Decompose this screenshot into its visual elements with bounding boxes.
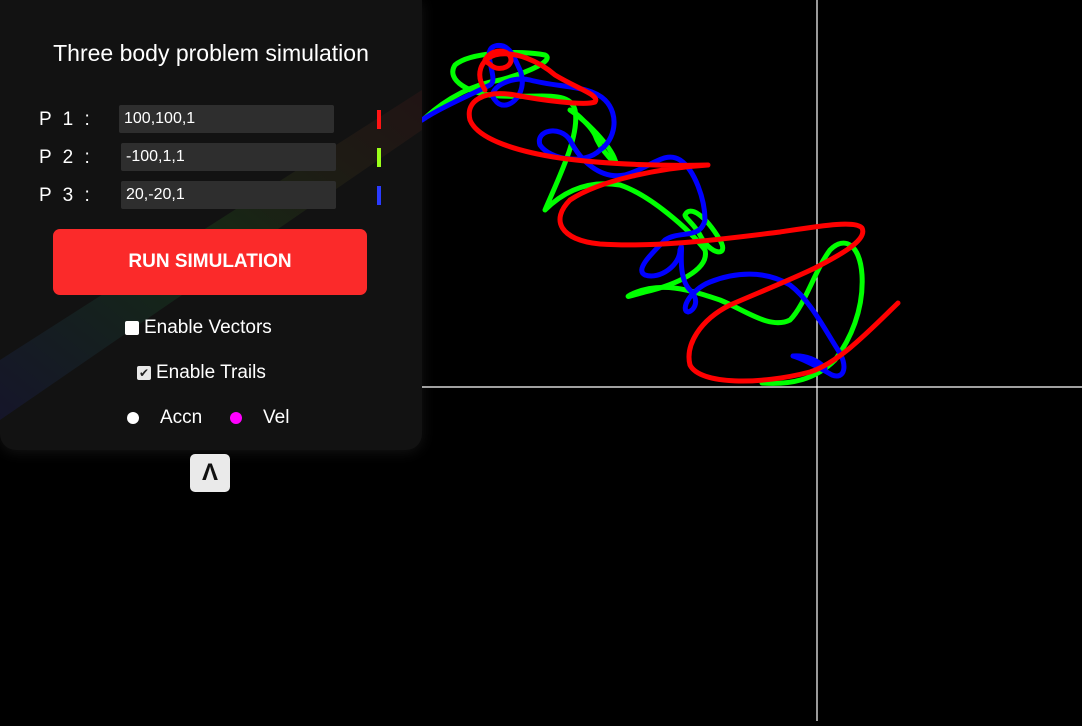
enable-trails-option[interactable]: ✔ Enable Trails — [137, 362, 266, 384]
body-row-p1: P 1 : — [0, 105, 422, 135]
enable-vectors-label: Enable Vectors — [144, 317, 272, 338]
body-row-p3: P 3 : — [0, 181, 422, 211]
enable-trails-checkbox[interactable]: ✔ — [137, 366, 151, 380]
accn-legend-dot — [127, 412, 139, 424]
enable-vectors-option[interactable]: Enable Vectors — [125, 317, 272, 339]
body-input-p3[interactable] — [121, 181, 336, 209]
enable-vectors-checkbox[interactable] — [125, 321, 139, 335]
body-input-p2[interactable] — [121, 143, 336, 171]
body-color-swatch-p3 — [377, 186, 381, 205]
body-row-p2: P 2 : — [0, 143, 422, 173]
checkmark-icon: ✔ — [138, 366, 150, 380]
chevron-up-icon: Λ — [201, 459, 218, 486]
body-color-swatch-p1 — [377, 110, 381, 129]
vel-legend-label: Vel — [263, 407, 290, 428]
run-simulation-button[interactable]: RUN SIMULATION — [53, 229, 367, 295]
panel-title: Three body problem simulation — [53, 40, 369, 66]
body-label-p2: P 2 : — [39, 147, 93, 168]
accn-legend-label: Accn — [160, 407, 203, 428]
green-trail — [422, 49, 865, 386]
vel-legend-dot — [230, 412, 242, 424]
enable-trails-label: Enable Trails — [156, 362, 266, 383]
body-input-p1[interactable] — [119, 105, 334, 133]
collapse-panel-button[interactable]: Λ — [190, 454, 230, 492]
body-color-swatch-p2 — [377, 148, 381, 167]
body-label-p1: P 1 : — [39, 109, 93, 130]
control-panel: Three body problem simulation P 1 : P 2 … — [0, 0, 422, 450]
body-label-p3: P 3 : — [39, 185, 93, 206]
